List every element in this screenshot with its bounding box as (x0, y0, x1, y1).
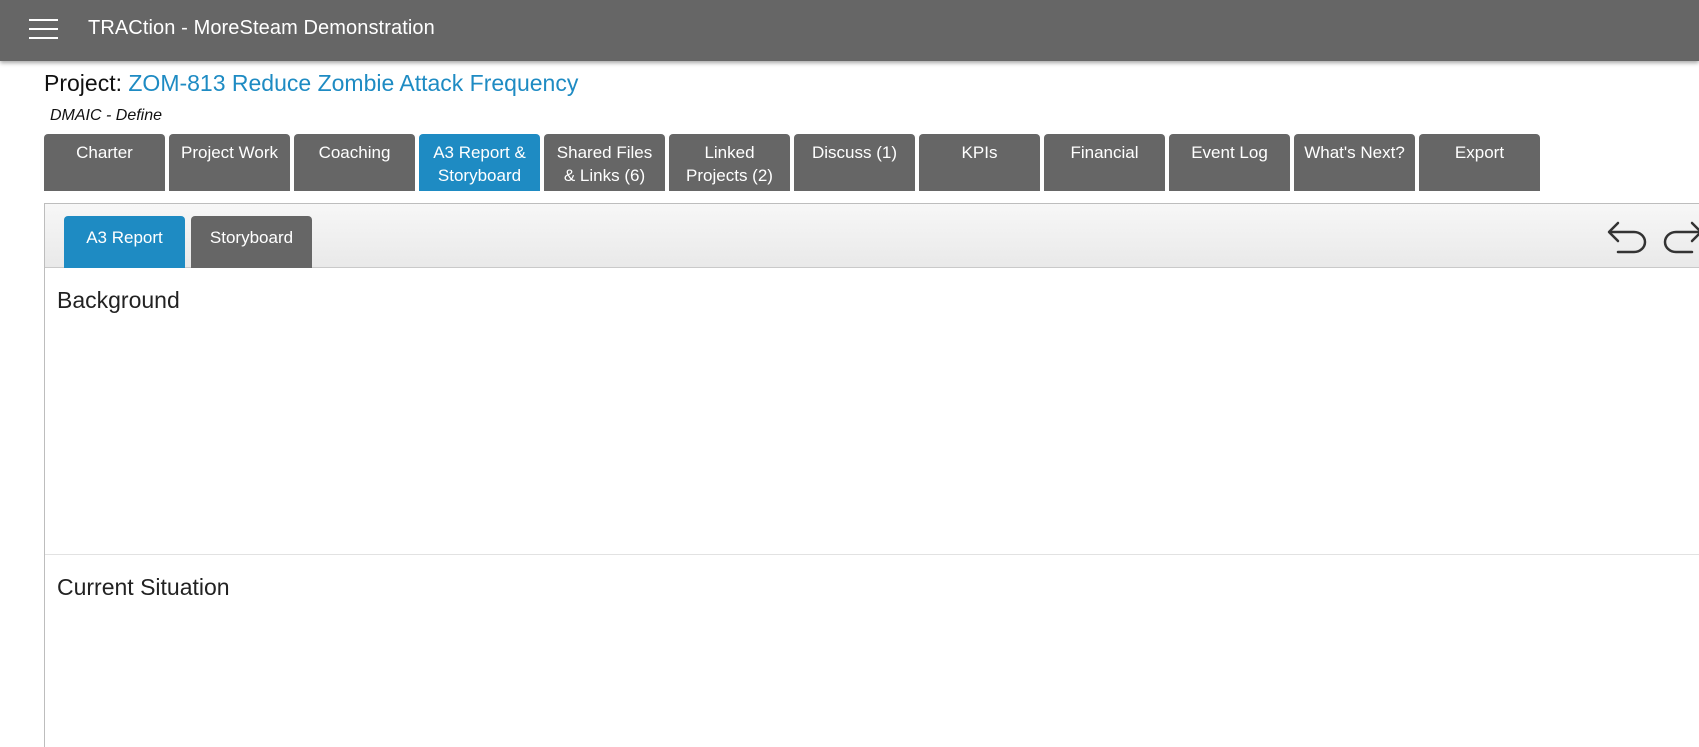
section-title: Background (57, 287, 180, 313)
tab-charter[interactable]: Charter (44, 134, 165, 191)
tab-label-line2: Projects (2) (686, 166, 773, 185)
section-current-situation[interactable]: Current Situation (45, 555, 1699, 747)
tab-shared-files-links[interactable]: Shared Files & Links (6) (544, 134, 665, 191)
tab-label: Project Work (181, 143, 278, 162)
tab-label: Shared Files (556, 143, 653, 162)
tab-export[interactable]: Export (1419, 134, 1540, 191)
tab-discuss[interactable]: Discuss (1) (794, 134, 915, 191)
tab-label: Linked (704, 143, 755, 162)
app-title: TRACtion - MoreSteam Demonstration (88, 17, 435, 39)
tab-event-log[interactable]: Event Log (1169, 134, 1290, 191)
tab-whats-next[interactable]: What's Next? (1294, 134, 1415, 191)
project-label: Project: (44, 70, 122, 96)
redo-icon[interactable] (1662, 220, 1699, 256)
tab-label: Coaching (318, 143, 391, 162)
tab-project-work[interactable]: Project Work (169, 134, 290, 191)
tab-label-line2: & Links (6) (563, 166, 646, 185)
top-nav-bar: TRACtion - MoreSteam Demonstration (0, 0, 1699, 61)
tab-label: Export (1454, 143, 1505, 162)
a3-report-panel: A3 Report Storyboard Background Current … (44, 203, 1699, 747)
subtab-bar: A3 Report Storyboard (45, 204, 1699, 268)
project-phase: DMAIC - Define (50, 107, 163, 124)
tab-linked-projects[interactable]: Linked Projects (2) (669, 134, 790, 191)
tab-label: Event Log (1191, 143, 1268, 162)
project-heading: Project: ZOM-813 Reduce Zombie Attack Fr… (44, 70, 578, 97)
section-background[interactable]: Background (45, 268, 1699, 555)
tab-label-line2: Storyboard (437, 166, 522, 185)
undo-icon[interactable] (1604, 220, 1648, 256)
tab-label: A3 Report & (433, 143, 526, 162)
hamburger-menu-icon[interactable] (29, 17, 58, 41)
subtab-storyboard[interactable]: Storyboard (191, 216, 312, 268)
subtab-a3-report[interactable]: A3 Report (64, 216, 185, 268)
tab-label: Charter (76, 143, 133, 162)
main-tab-bar: Charter Project Work Coaching A3 Report … (44, 134, 1544, 191)
tab-label: Discuss (1) (811, 143, 897, 162)
section-title: Current Situation (57, 574, 230, 600)
tab-label: Financial (1070, 143, 1139, 162)
project-name-link[interactable]: ZOM-813 Reduce Zombie Attack Frequency (128, 70, 578, 96)
tab-a3-report-storyboard[interactable]: A3 Report & Storyboard (419, 134, 540, 191)
tab-coaching[interactable]: Coaching (294, 134, 415, 191)
tab-financial[interactable]: Financial (1044, 134, 1165, 191)
tab-label: What's Next? (1304, 143, 1405, 162)
tab-kpis[interactable]: KPIs (919, 134, 1040, 191)
tab-label: KPIs (961, 143, 998, 162)
